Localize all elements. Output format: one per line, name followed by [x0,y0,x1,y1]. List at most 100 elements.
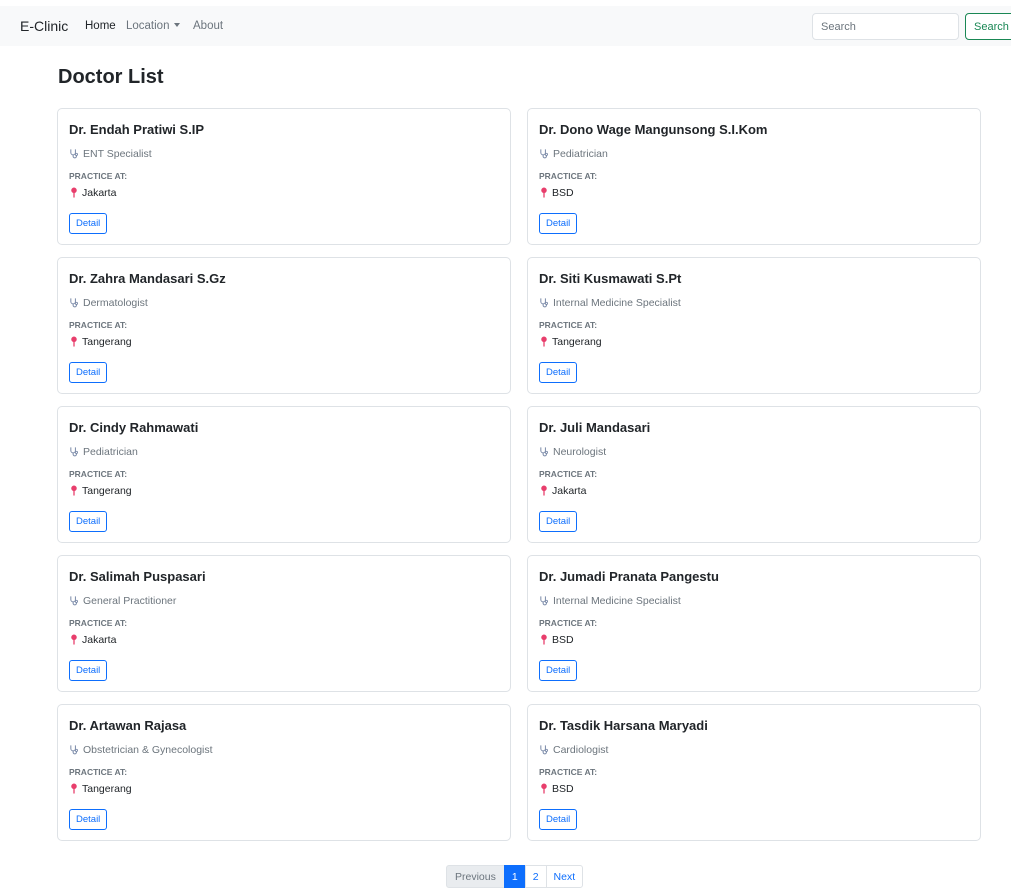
location-label: BSD [552,187,574,199]
doctor-card: Dr. Juli Mandasari Neurologist PRACTICE AT… [527,406,981,543]
doctor-location: Tangerang [539,336,602,348]
practice-at-label: PRACTICE AT: [539,171,598,181]
doctor-specialty: Neurologist [539,446,606,458]
search-button[interactable]: Search [965,13,1011,40]
detail-button[interactable]: Detail [539,809,578,830]
pagination-previous[interactable]: Previous [446,865,505,888]
doctor-specialty: Pediatrician [69,446,138,458]
search-input[interactable] [812,13,959,40]
stethoscope-icon [70,149,78,159]
detail-button[interactable]: Detail [539,213,578,234]
doctor-location: Jakarta [539,485,586,497]
location-label: Jakarta [82,634,117,646]
specialty-label: ENT Specialist [83,148,152,160]
doctor-location: Tangerang [69,783,132,795]
detail-button[interactable]: Detail [539,511,578,532]
doctor-location: BSD [539,187,574,199]
practice-at-label: PRACTICE AT: [539,618,598,628]
stethoscope-icon [540,596,548,606]
location-pin-icon [71,783,77,794]
location-label: Jakarta [82,187,117,199]
location-pin-icon [541,336,547,347]
location-label: BSD [552,634,574,646]
location-label: BSD [552,783,574,795]
location-label: Jakarta [552,485,587,497]
stethoscope-icon [540,149,548,159]
doctor-name: Dr. Zahra Mandasari S.Gz [69,271,226,286]
doctor-location: Jakarta [69,634,116,646]
doctor-location: BSD [539,783,574,795]
doctor-specialty: Dermatologist [69,297,148,309]
specialty-label: Obstetrician & Gynecologist [83,744,213,756]
doctor-name: Dr. Juli Mandasari [539,420,651,435]
specialty-label: Internal Medicine Specialist [553,595,681,607]
doctor-card: Dr. Siti Kusmawati S.Pt Internal Medicine… [527,257,981,394]
specialty-label: Pediatrician [83,446,138,458]
doctor-card: Dr. Salimah Puspasari General Practitione… [57,555,511,692]
doctor-card: Dr. Dono Wage Mangunsong S.I.Kom Pediatri… [527,108,981,245]
practice-at-label: PRACTICE AT: [539,469,598,479]
doctor-name: Dr. Artawan Rajasa [69,718,187,733]
pagination-page-2[interactable]: 2 [524,865,547,888]
location-pin-icon [541,485,547,496]
detail-button[interactable]: Detail [539,362,578,383]
practice-at-label: PRACTICE AT: [69,469,128,479]
location-pin-icon [71,336,77,347]
location-pin-icon [71,485,77,496]
location-label: Tangerang [552,336,602,348]
practice-at-label: PRACTICE AT: [69,767,128,777]
detail-button[interactable]: Detail [69,511,108,532]
location-pin-icon [541,634,547,645]
practice-at-label: PRACTICE AT: [539,767,598,777]
nav-location-dropdown[interactable]: Location [126,20,181,32]
detail-button[interactable]: Detail [539,660,578,681]
doctor-name: Dr. Siti Kusmawati S.Pt [539,271,682,286]
location-pin-icon [541,783,547,794]
stethoscope-icon [540,298,548,308]
doctor-location: BSD [539,634,574,646]
doctor-location: Jakarta [69,187,116,199]
stethoscope-icon [70,447,78,457]
location-pin-icon [71,634,77,645]
location-pin-icon [71,187,77,198]
pagination: Previous 1 2 Next [446,865,584,888]
doctor-name: Dr. Cindy Rahmawati [69,420,199,435]
doctor-location: Tangerang [69,485,132,497]
nav-home-link[interactable]: Home [85,20,116,32]
navbar: E-Clinic Home Location About Search [0,6,1011,46]
doctor-name: Dr. Endah Pratiwi S.IP [69,122,205,137]
detail-button[interactable]: Detail [69,660,108,681]
specialty-label: Cardiologist [553,744,609,756]
doctor-card: Dr. Cindy Rahmawati Pediatrician PRACTICE … [57,406,511,543]
doctor-specialty: Internal Medicine Specialist [539,297,681,309]
doctor-specialty: Obstetrician & Gynecologist [69,744,213,756]
doctor-specialty: Cardiologist [539,744,608,756]
stethoscope-icon [70,298,78,308]
doctor-card: Dr. Jumadi Pranata Pangestu Internal Medi… [527,555,981,692]
doctor-specialty: General Practitioner [69,595,176,607]
nav-location-label: Location [126,20,170,32]
doctor-specialty: Internal Medicine Specialist [539,595,681,607]
pagination-next[interactable]: Next [545,865,584,888]
practice-at-label: PRACTICE AT: [69,618,128,628]
detail-button[interactable]: Detail [69,213,108,234]
pagination-page-1[interactable]: 1 [503,865,526,888]
specialty-label: General Practitioner [83,595,177,607]
doctor-location: Tangerang [69,336,132,348]
location-label: Tangerang [82,336,132,348]
doctor-name: Dr. Salimah Puspasari [69,569,206,584]
specialty-label: Internal Medicine Specialist [553,297,681,309]
practice-at-label: PRACTICE AT: [539,320,598,330]
detail-button[interactable]: Detail [69,809,108,830]
stethoscope-icon [540,447,548,457]
doctor-card: Dr. Tasdik Harsana Maryadi Cardiologist PR… [527,704,981,841]
brand-logo[interactable]: E-Clinic [20,18,68,34]
detail-button[interactable]: Detail [69,362,108,383]
specialty-label: Pediatrician [553,148,608,160]
doctor-card: Dr. Endah Pratiwi S.IP ENT Specialist PRAC… [57,108,511,245]
specialty-label: Neurologist [553,446,607,458]
doctor-name: Dr. Dono Wage Mangunsong S.I.Kom [539,122,768,137]
doctor-name: Dr. Jumadi Pranata Pangestu [539,569,719,584]
nav-about-link[interactable]: About [193,20,223,32]
doctor-specialty: ENT Specialist [69,148,152,160]
